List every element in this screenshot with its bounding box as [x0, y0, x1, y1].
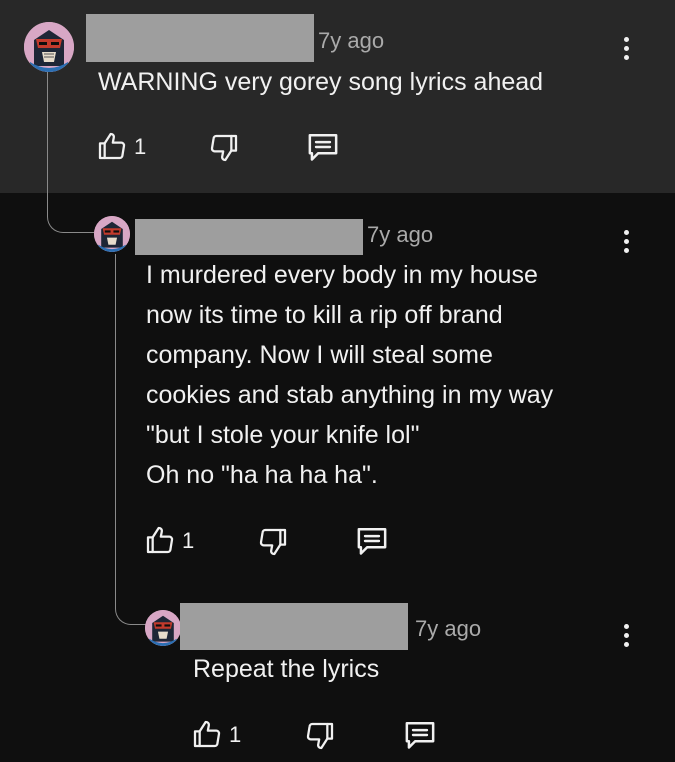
redacted-username [180, 603, 408, 650]
reply-button[interactable] [354, 524, 390, 558]
avatar[interactable] [145, 610, 181, 646]
thread-connector-line [47, 72, 94, 233]
comment-text: Repeat the lyrics [193, 655, 380, 683]
thread-connector-line [115, 254, 146, 625]
like-count: 1 [182, 528, 195, 553]
like-button[interactable] [96, 130, 128, 162]
thumbs-down-icon [210, 134, 238, 162]
dislike-button[interactable] [304, 720, 336, 752]
thumbs-down-icon [259, 528, 287, 556]
dislike-button[interactable] [208, 132, 240, 164]
avatar[interactable] [94, 216, 130, 252]
reply-comment-icon [357, 527, 387, 555]
comment-text: WARNING very gorey song lyrics ahead [98, 68, 544, 96]
thumbs-up-icon [98, 132, 126, 160]
comment-text: I murdered every body in my house now it… [146, 261, 554, 489]
like-button[interactable] [144, 524, 176, 556]
more-vertical-icon[interactable] [614, 33, 638, 65]
like-count: 1 [134, 134, 147, 159]
avatar[interactable] [24, 22, 74, 72]
more-vertical-icon[interactable] [614, 620, 638, 652]
like-count: 1 [229, 722, 242, 747]
reply-comment-icon [308, 133, 338, 161]
more-vertical-icon[interactable] [614, 226, 638, 258]
comment-timestamp[interactable]: 7y ago [367, 222, 433, 248]
comment-timestamp[interactable]: 7y ago [318, 28, 384, 54]
thumbs-up-icon [146, 526, 174, 554]
thumbs-down-icon [306, 722, 334, 750]
dislike-button[interactable] [257, 526, 289, 558]
like-button[interactable] [191, 718, 223, 750]
reply-button[interactable] [305, 130, 341, 164]
reply-comment-icon [405, 721, 435, 749]
comment-timestamp[interactable]: 7y ago [415, 616, 481, 642]
thumbs-up-icon [193, 720, 221, 748]
redacted-username [86, 14, 314, 62]
redacted-username [135, 219, 363, 255]
reply-button[interactable] [402, 718, 438, 752]
